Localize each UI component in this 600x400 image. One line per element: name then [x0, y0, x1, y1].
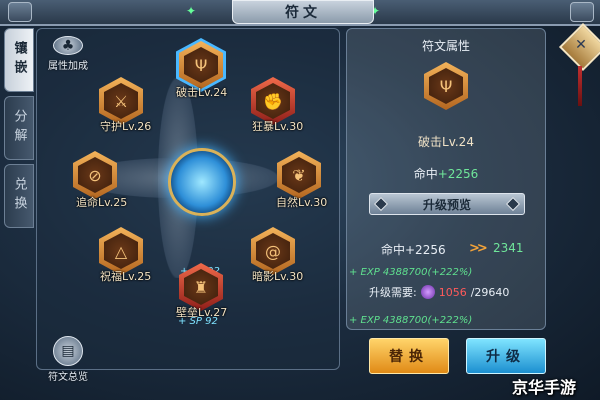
need-have: 1056 [438, 285, 467, 299]
trident-icon: Ψ [429, 68, 463, 104]
essence-icon [420, 285, 435, 299]
attr-bonus-icon: ♣ [53, 36, 83, 55]
upgrade-current: 命中+2256 [381, 243, 446, 257]
preview-label: 升级预览 [422, 197, 471, 212]
selected-rune-name: 破击Lv.24 [418, 135, 474, 149]
rune-core-orb[interactable] [168, 148, 236, 216]
tab-exchange[interactable]: 兑换 [4, 164, 34, 228]
rune-label: 追命Lv.25 [76, 196, 128, 209]
exp-line-2: + EXP 4388700(+222%) [349, 315, 473, 326]
watermark: 京华手游 [512, 378, 577, 397]
replace-button[interactable]: 替换 [369, 338, 449, 374]
window-title: 符文 [285, 5, 321, 21]
ornament-knob-left [8, 2, 32, 22]
close-icon: ✕ [575, 37, 587, 53]
rune-label: 暗影Lv.30 [252, 270, 304, 283]
crossed-circle-icon: ⊘ [78, 157, 112, 193]
upgrade-button[interactable]: 升级 [466, 338, 546, 374]
fist-icon: ✊ [256, 83, 290, 119]
rune-slot-zhuiming[interactable]: ⊘ [72, 150, 118, 200]
rune-label: 狂暴Lv.30 [252, 120, 304, 133]
rune-slot-ziran[interactable]: ❦ [276, 150, 322, 200]
title-bar: ✦ ✦ 符文 [0, 0, 600, 26]
need-total: /29640 [470, 285, 510, 299]
double-arrow-icon: >> [469, 241, 488, 256]
upgrade-preview-header: 升级预览 [369, 193, 525, 215]
rune-overview-button[interactable]: ▤ 符文总览 [48, 336, 88, 383]
sp-gain-bottom: + SP 92 [178, 316, 218, 327]
need-label: 升级需要: [369, 286, 417, 299]
rune-attr-panel: 符文属性 Ψ 破击Lv.24 命中+2256 升级预览 命中+2256 >> 2… [346, 28, 546, 330]
chest-icon: ▤ [53, 336, 83, 366]
ornament-knob-right [570, 2, 594, 22]
attr-bonus-button[interactable]: ♣ 属性加成 [48, 36, 88, 72]
upgrade-requirement: 升级需要: 1056/29640 [369, 284, 509, 300]
rune-stat: 命中+2256 [347, 165, 545, 182]
tab-decompose[interactable]: 分解 [4, 96, 34, 160]
exp-line-1: + EXP 4388700(+222%) [349, 267, 473, 278]
shield-axe-icon: ⚔ [104, 83, 138, 119]
leaf-icon: ❦ [282, 157, 316, 193]
sparkle-icon: ✦ [186, 4, 197, 18]
eye-triangle-icon: △ [104, 233, 138, 269]
side-tabs: 镶嵌 分解 兑换 [4, 28, 34, 232]
rune-slot-poji[interactable]: Ψ [178, 40, 224, 90]
tassel-decoration [578, 66, 582, 106]
swirl-icon: @ [256, 233, 290, 269]
upgrade-next: 2341 [493, 241, 524, 255]
stat-label: 命中 [413, 167, 438, 181]
rune-label: 自然Lv.30 [276, 196, 328, 209]
rune-label: 守护Lv.26 [100, 120, 152, 133]
tab-inlay[interactable]: 镶嵌 [4, 28, 34, 92]
diamond-icon [373, 196, 389, 212]
rune-label: 破击Lv.24 [176, 86, 228, 99]
diamond-icon [505, 196, 521, 212]
overview-label: 符文总览 [48, 372, 88, 383]
attr-panel-title: 符文属性 [421, 39, 470, 53]
title-plate: 符文 [232, 0, 374, 24]
helmet-icon: ♜ [184, 269, 218, 305]
rune-label: 祝福Lv.25 [100, 270, 152, 283]
attr-bonus-label: 属性加成 [48, 61, 88, 72]
stat-value: +2256 [437, 167, 479, 181]
trident-icon: Ψ [184, 47, 218, 83]
selected-rune-icon: Ψ [423, 61, 469, 111]
